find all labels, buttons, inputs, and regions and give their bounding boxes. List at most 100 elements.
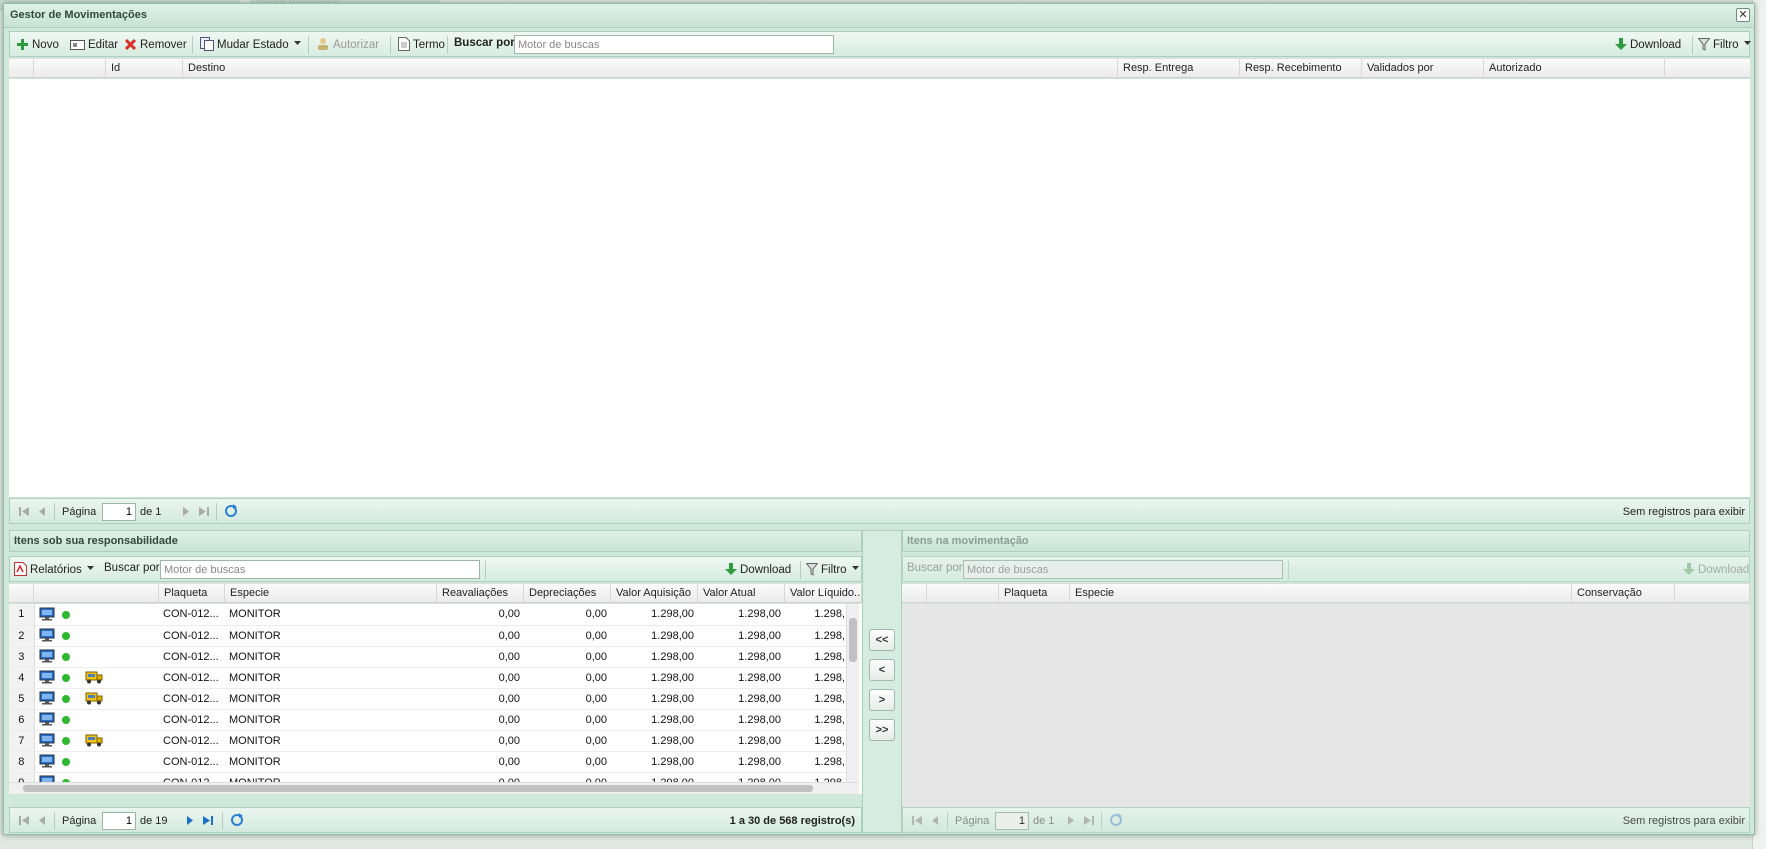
previous-page-icon[interactable] — [929, 814, 941, 826]
left-download-button[interactable]: Download — [725, 561, 791, 579]
column-header-conservacao[interactable]: Conservação — [1572, 584, 1675, 604]
column-header-especie[interactable]: Especie — [225, 584, 437, 604]
vertical-scrollbar[interactable] — [846, 604, 859, 782]
window-titlebar: Gestor de Movimentações ✕ — [4, 4, 1754, 28]
icon-column-header — [34, 584, 159, 604]
table-row[interactable]: 4 CON-012... MONITOR 0,00 0,00 1.298,00 1.298,… — [9, 667, 849, 689]
move-one-right-button[interactable]: > — [869, 689, 895, 711]
scrollbar-thumb[interactable] — [849, 618, 857, 662]
column-header-resp-recebimento[interactable]: Resp. Recebimento — [1240, 59, 1362, 79]
cell-valor-liquido: 1.298, — [785, 730, 849, 752]
toolbar-separator — [308, 36, 309, 54]
table-row[interactable]: 8 CON-012... MONITOR 0,00 0,00 1.298,00 1.298,… — [9, 751, 849, 773]
first-page-icon[interactable] — [18, 505, 30, 517]
edit-button[interactable]: Editar — [70, 36, 118, 54]
table-row[interactable]: 7 CON-012... MONITOR 0,00 0,00 1.298,00 1.298,… — [9, 730, 849, 752]
column-header-valor-aquisicao[interactable]: Valor Aquisição — [611, 584, 698, 604]
cell-valor-aquisicao: 1.298,00 — [611, 667, 698, 689]
search-input[interactable] — [514, 35, 834, 54]
authorize-button[interactable]: Autorizar — [316, 36, 379, 54]
move-all-left-button[interactable]: << — [869, 629, 895, 651]
left-filter-label: Filtro — [821, 564, 847, 576]
refresh-icon[interactable] — [224, 504, 238, 518]
move-one-left-button[interactable]: < — [869, 659, 895, 681]
filter-button-label: Filtro — [1713, 39, 1739, 51]
next-page-icon[interactable] — [180, 505, 192, 517]
column-header-autorizado[interactable]: Autorizado — [1484, 59, 1665, 79]
new-button[interactable]: Novo — [16, 36, 59, 54]
previous-page-icon[interactable] — [36, 505, 48, 517]
last-page-icon[interactable] — [1083, 814, 1095, 826]
cell-valor-liquido: 1.298, — [785, 688, 849, 710]
chevron-down-icon — [851, 566, 859, 570]
previous-page-icon[interactable] — [36, 814, 48, 826]
row-number: 3 — [9, 646, 35, 668]
first-page-icon[interactable] — [911, 814, 923, 826]
table-row[interactable]: 1 CON-012... MONITOR 0,00 0,00 1.298,00 1.298,… — [9, 604, 849, 626]
monitor-icon — [39, 733, 54, 747]
cell-valor-atual: 1.298,00 — [698, 751, 785, 773]
movements-grid-body — [9, 79, 1750, 497]
download-arrow-icon — [725, 563, 737, 575]
remove-button-label: Remover — [140, 39, 187, 51]
column-header-plaqueta[interactable]: Plaqueta — [159, 584, 225, 604]
cell-valor-aquisicao: 1.298,00 — [611, 625, 698, 647]
table-row[interactable]: 3 CON-012... MONITOR 0,00 0,00 1.298,00 1.298,… — [9, 646, 849, 668]
cell-reavaliacoes: 0,00 — [437, 625, 524, 647]
cell-reavaliacoes: 0,00 — [437, 730, 524, 752]
move-all-right-button[interactable]: >> — [869, 719, 895, 741]
last-page-icon[interactable] — [202, 814, 214, 826]
column-header-plaqueta[interactable]: Plaqueta — [999, 584, 1070, 604]
page-count: de 19 — [140, 815, 168, 827]
column-header-valor-atual[interactable]: Valor Atual — [698, 584, 785, 604]
funnel-icon — [1698, 38, 1710, 51]
left-search-input[interactable] — [160, 560, 480, 579]
left-panel-title: Itens sob sua responsabilidade — [9, 530, 862, 552]
term-button[interactable]: Termo — [398, 36, 445, 54]
remove-button[interactable]: Remover — [124, 36, 187, 54]
close-icon[interactable]: ✕ — [1736, 8, 1750, 22]
pager-separator — [947, 812, 948, 830]
filter-button[interactable]: Filtro — [1698, 36, 1751, 54]
pager-separator — [222, 812, 223, 830]
table-row[interactable]: 2 CON-012... MONITOR 0,00 0,00 1.298,00 1.298,… — [9, 625, 849, 647]
right-download-button[interactable]: Download — [1683, 561, 1749, 579]
movements-grid-header: Id Destino Resp. Entrega Resp. Recebimen… — [9, 58, 1750, 79]
cell-depreciacoes: 0,00 — [524, 625, 611, 647]
left-filter-button[interactable]: Filtro — [806, 561, 859, 579]
column-header-resp-entrega[interactable]: Resp. Entrega — [1118, 59, 1240, 79]
column-header-valor-liquido[interactable]: Valor Líquido... — [785, 584, 862, 604]
download-button[interactable]: Download — [1615, 36, 1681, 54]
column-header-validados-por[interactable]: Validados por — [1362, 59, 1484, 79]
next-page-icon[interactable] — [184, 814, 196, 826]
refresh-icon[interactable] — [1109, 813, 1123, 827]
table-row[interactable]: 5 CON-012... MONITOR 0,00 0,00 1.298,00 1.298,… — [9, 688, 849, 710]
page-number-input[interactable] — [102, 812, 136, 830]
table-row[interactable]: 6 CON-012... MONITOR 0,00 0,00 1.298,00 1.298,… — [9, 709, 849, 731]
pager-separator — [54, 812, 55, 830]
refresh-icon[interactable] — [230, 813, 244, 827]
change-state-button[interactable]: Mudar Estado — [200, 36, 301, 54]
column-header-reavaliacoes[interactable]: Reavaliações — [437, 584, 524, 604]
reports-button[interactable]: Relatórios — [14, 561, 94, 579]
column-header-especie[interactable]: Especie — [1070, 584, 1572, 604]
scrollbar-thumb[interactable] — [23, 785, 813, 792]
right-search-input[interactable] — [963, 560, 1283, 579]
movements-manager-window: Gestor de Movimentações ✕ Novo Editar Re… — [3, 3, 1755, 835]
page-number-input[interactable] — [995, 812, 1029, 830]
page-label: Página — [955, 815, 990, 827]
cell-valor-atual: 1.298,00 — [698, 604, 785, 626]
cell-plaqueta: CON-012... — [159, 730, 225, 752]
monitor-icon — [39, 691, 54, 705]
page-number-input[interactable] — [102, 503, 136, 521]
last-page-icon[interactable] — [198, 505, 210, 517]
horizontal-scrollbar[interactable] — [9, 782, 859, 794]
column-header-id[interactable]: Id — [106, 59, 183, 79]
cell-depreciacoes: 0,00 — [524, 709, 611, 731]
cell-especie: MONITOR — [225, 709, 437, 731]
first-page-icon[interactable] — [18, 814, 30, 826]
cell-depreciacoes: 0,00 — [524, 751, 611, 773]
column-header-destino[interactable]: Destino — [183, 59, 1118, 79]
next-page-icon[interactable] — [1065, 814, 1077, 826]
column-header-depreciacoes[interactable]: Depreciações — [524, 584, 611, 604]
